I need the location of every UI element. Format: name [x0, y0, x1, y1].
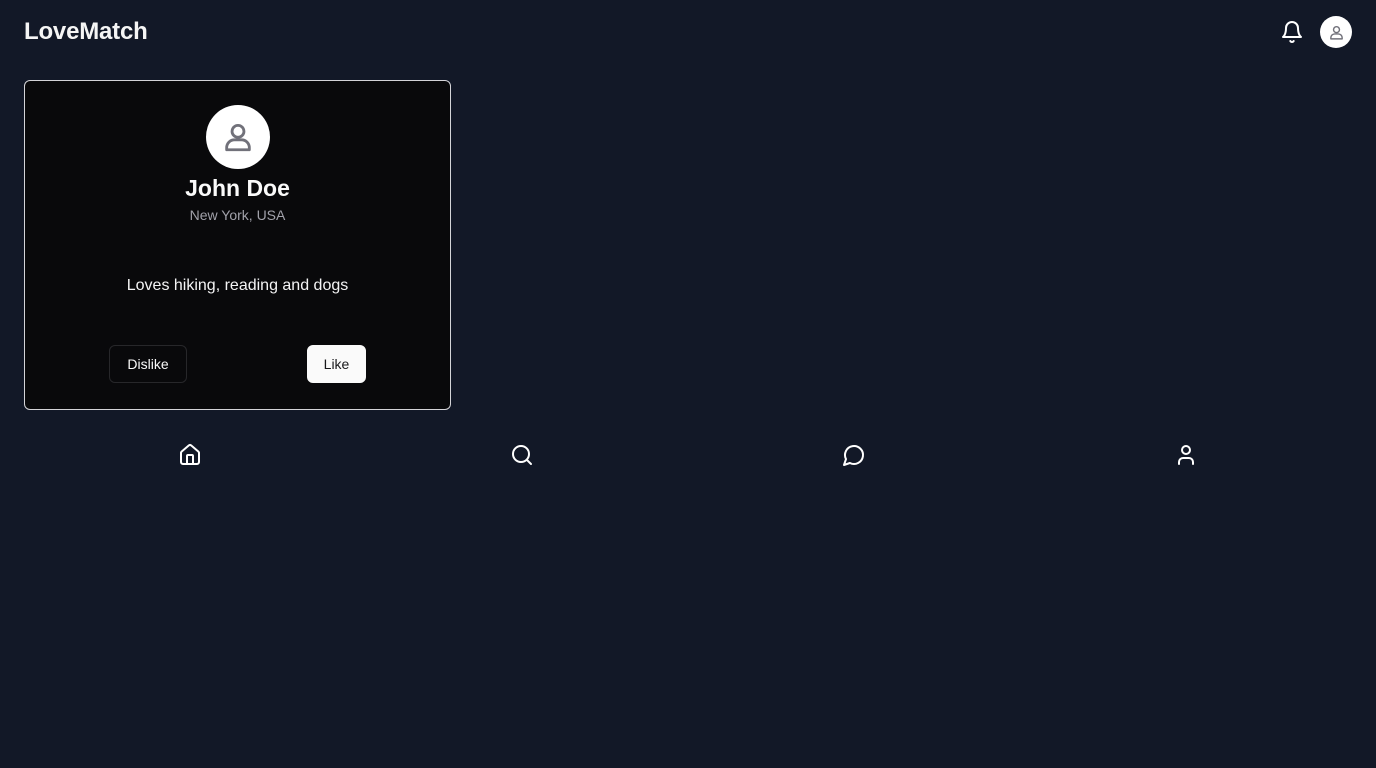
user-icon — [225, 123, 251, 152]
app-title: LoveMatch — [24, 18, 148, 45]
profile-card: John Doe New York, USA Loves hiking, rea… — [24, 80, 451, 410]
search-icon — [512, 445, 532, 465]
dislike-button[interactable]: Dislike — [109, 345, 187, 383]
profile-bio: Loves hiking, reading and dogs — [126, 277, 349, 294]
notifications-button[interactable] — [1279, 19, 1305, 45]
account-avatar-button[interactable] — [1320, 16, 1352, 48]
nav-search[interactable] — [507, 440, 537, 470]
profile-avatar — [206, 105, 270, 169]
like-button[interactable]: Like — [307, 345, 366, 383]
nav-messages[interactable] — [839, 440, 869, 470]
top-header: LoveMatch — [0, 0, 1376, 64]
home-icon — [180, 444, 200, 465]
bell-icon — [1282, 21, 1302, 43]
message-circle-icon — [843, 445, 864, 466]
profile-location: New York, USA — [189, 207, 286, 223]
user-icon — [1329, 25, 1343, 40]
bottom-nav — [0, 440, 1376, 470]
nav-profile[interactable] — [1171, 440, 1201, 470]
user-icon — [1178, 445, 1194, 465]
nav-home[interactable] — [175, 440, 205, 470]
profile-name: John Doe — [185, 175, 290, 201]
